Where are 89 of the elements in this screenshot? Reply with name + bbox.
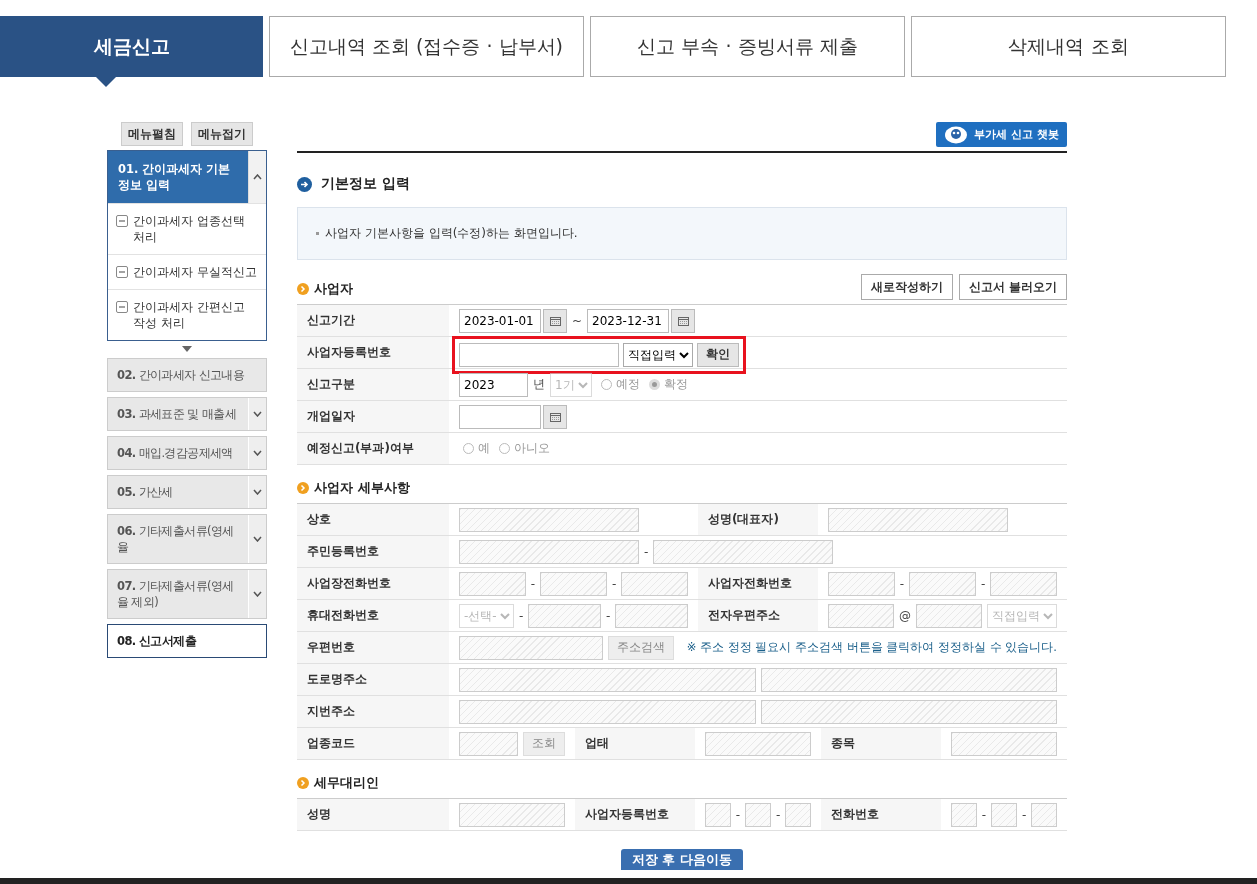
field-label: 사업장전화번호 [297,568,449,599]
calendar-button[interactable] [543,404,567,429]
chevron-circle-icon [297,283,309,295]
group-heading: 사업자 세부사항 [314,479,410,497]
field-label: 종목 [821,728,941,759]
caret-icon [253,174,262,180]
field-label: 상호 [297,504,449,535]
form-button[interactable]: 확인 [697,342,739,367]
separator-text: - [775,807,781,822]
minus-box-icon [116,215,128,227]
field-label: 업종코드 [297,728,449,759]
caret-icon [253,411,262,417]
minus-box-icon [116,266,128,278]
field-label: 신고기간 [297,305,449,336]
radio-icon [601,379,612,390]
menu-button[interactable]: 메뉴접기 [191,122,253,146]
caret-icon [253,450,262,456]
field-label: 사업자전화번호 [698,568,818,599]
arrow-circle-icon [297,176,312,192]
hint-text: ※ 주소 정정 필요시 주소검색 버튼을 클릭하여 정정하실 수 있습니다. [686,640,1057,655]
sub-menu-item[interactable]: 간이과세자 간편신고 작성 처리 [108,289,266,340]
text-field[interactable]: 2023 [459,372,528,397]
separator-text: @ [899,608,911,623]
field-label: 개업일자 [297,401,449,432]
separator-text: 년 [533,376,545,393]
separator-text: - [606,608,611,623]
separator-text: - [519,608,524,623]
tab[interactable]: 삭제내역 조회 [911,16,1226,77]
separator-text: - [735,807,741,822]
chevron-circle-icon [297,777,309,789]
calendar-icon [549,411,561,422]
separator-text: - [899,576,905,591]
radio-icon [499,443,510,454]
field-label: 주민등록번호 [297,536,449,567]
date-field[interactable]: 2023-12-31 [587,308,670,333]
step-item[interactable]: 01. 간이과세자 기본정보 입력 [108,151,266,203]
field-label: 전자우편주소 [698,600,818,631]
separator-text: - [611,576,617,591]
calendar-icon [677,315,689,326]
group-heading: 사업자 [314,280,353,298]
field-label: 우편번호 [297,632,449,663]
field-label: 신고구분 [297,369,449,400]
field-label: 휴대전화번호 [297,600,449,631]
tab[interactable]: 신고 부속 · 증빙서류 제출 [590,16,905,77]
field-label: 사업자등록번호 [575,799,695,830]
field-label: 전화번호 [821,799,941,830]
bullet-icon [316,232,319,235]
sub-menu-item[interactable]: 간이과세자 무실적신고 [108,254,266,289]
sub-menu-item[interactable]: 간이과세자 업종선택 처리 [108,203,266,254]
text-field[interactable] [459,342,619,367]
field-label: 성명 [297,799,449,830]
dropdown[interactable]: 직접입력 [623,342,693,367]
field-label: 사업자등록번호 [297,337,449,368]
separator-text: ~ [572,313,583,328]
date-field[interactable]: 2023-01-01 [459,308,541,333]
caret-icon [253,536,262,542]
calendar-button[interactable] [671,308,696,333]
arrow-down-icon [182,346,192,352]
field-label: 예정신고(부과)여부 [297,433,449,464]
action-button[interactable]: 신고서 불러오기 [958,274,1067,300]
calendar-icon [549,315,561,326]
calendar-button[interactable] [543,308,567,333]
separator-text: - [530,576,536,591]
pointer-icon [96,77,116,87]
field-label: 성명(대표자) [698,504,818,535]
tab[interactable]: 신고내역 조회 (접수증 · 납부서) [269,16,584,77]
field-label: 업태 [575,728,695,759]
chevron-circle-icon [297,482,309,494]
caret-icon [253,591,262,597]
chatbot-button[interactable]: 부가세 신고 챗봇 [936,122,1067,147]
separator-text: - [980,576,986,591]
section-title: 기본정보 입력 [321,175,410,193]
radio-icon [463,443,474,454]
save-button[interactable]: 저장 후 다음이동 [621,849,743,870]
notice-text: 사업자 기본사항을 입력(수정)하는 화면입니다. [325,225,578,242]
group-heading: 세무대리인 [314,774,379,792]
step-item[interactable]: 08. 신고서제출 [107,624,267,658]
minus-box-icon [116,301,128,313]
caret-icon [253,489,262,495]
field-label: 지번주소 [297,696,449,727]
action-button[interactable]: 새로작성하기 [860,274,953,300]
radio-icon [649,379,660,390]
separator-text: - [644,544,649,559]
separator-text: - [1021,807,1027,822]
field-label: 도로명주소 [297,664,449,695]
separator-text: - [981,807,987,822]
chatbot-icon [944,125,969,144]
date-field[interactable] [459,404,541,429]
menu-button[interactable]: 메뉴펼침 [121,122,183,146]
